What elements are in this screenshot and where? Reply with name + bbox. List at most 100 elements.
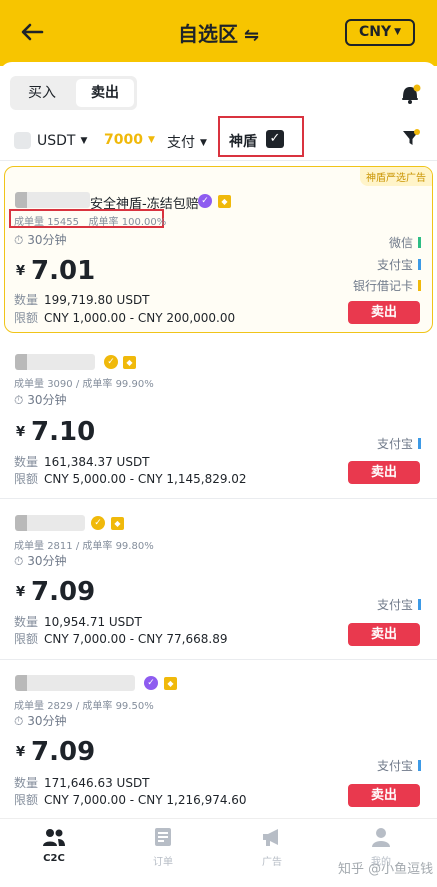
- orders-label: 成单量: [14, 379, 44, 390]
- qty-value: 171,646.63 USDT: [44, 776, 150, 790]
- trade-side-toggle: 买入 卖出: [10, 76, 137, 110]
- payment-label: 银行借记卡: [352, 279, 413, 293]
- notification-bell-icon[interactable]: [397, 80, 423, 106]
- tab-buy[interactable]: 买入: [13, 79, 71, 107]
- limit-row: 限额 CNY 1,000.00 - CNY 200,000.00: [14, 309, 235, 326]
- orders-label: 成单量: [14, 217, 44, 228]
- time-value: 30分钟: [27, 554, 67, 568]
- filter-funnel-icon[interactable]: [401, 128, 421, 148]
- tab-sell[interactable]: 卖出: [76, 79, 134, 107]
- rate-label: 成单率: [82, 541, 113, 552]
- currency-symbol: ¥: [16, 745, 26, 760]
- page-title-text: 自选区: [177, 22, 238, 46]
- merchant-avatar[interactable]: [15, 515, 85, 531]
- limit-label: 限额: [14, 472, 39, 486]
- ad-price: ¥7.01: [16, 256, 95, 286]
- chevron-down-icon: ▼: [200, 138, 207, 148]
- merchant-avatar[interactable]: [15, 192, 90, 208]
- qty-value: 199,719.80 USDT: [44, 293, 150, 307]
- payment-label: 支付宝: [376, 258, 413, 272]
- price-value: 7.09: [31, 737, 96, 767]
- currency-symbol: ¥: [16, 585, 26, 600]
- watermark-text: 知乎 @小鱼逗钱: [338, 862, 434, 877]
- payment-time: ⏱ 30分钟: [14, 712, 66, 729]
- currency-selector[interactable]: CNY ▼: [345, 19, 415, 46]
- time-value: 30分钟: [27, 393, 67, 407]
- payment-method-alipay: 支付宝: [377, 435, 421, 452]
- shield-filter-label: 神盾: [229, 134, 257, 150]
- payment-method-alipay: 支付宝: [377, 757, 421, 774]
- qty-label: 数量: [14, 455, 39, 469]
- verified-badge-icon: ✓: [198, 194, 212, 208]
- price-value: 7.01: [31, 256, 96, 286]
- limit-row: 限额 CNY 7,000.00 - CNY 77,668.89: [14, 630, 227, 647]
- ad-price: ¥7.09: [16, 577, 95, 607]
- limit-row: 限额 CNY 5,000.00 - CNY 1,145,829.02: [14, 470, 247, 487]
- alipay-marker-icon: [418, 438, 421, 449]
- sell-button[interactable]: 卖出: [348, 301, 420, 324]
- merchant-level-icon: ◆: [218, 195, 231, 208]
- coin-label: USDT: [37, 132, 76, 149]
- limit-value: CNY 5,000.00 - CNY 1,145,829.02: [44, 472, 247, 486]
- merchant-avatar[interactable]: [15, 354, 95, 370]
- top-bar: 自选区 ⇋ CNY ▼: [0, 0, 437, 66]
- payment-label: 微信: [388, 236, 413, 250]
- payment-method-bank: 银行借记卡: [353, 277, 421, 294]
- price-value: 7.10: [31, 417, 96, 447]
- limit-label: 限额: [14, 311, 39, 325]
- payment-filter[interactable]: 支付 ▼: [167, 132, 207, 152]
- qty-value: 10,954.71 USDT: [44, 615, 142, 629]
- payment-label: 支付宝: [376, 437, 413, 451]
- verified-badge-icon: ✓: [144, 676, 158, 690]
- orders-count: 15455: [47, 217, 79, 228]
- tab-label: 订单: [153, 857, 173, 868]
- qty-value: 161,384.37 USDT: [44, 455, 150, 469]
- shield-checkbox[interactable]: ✓: [266, 130, 284, 148]
- bank-marker-icon: [418, 280, 421, 291]
- sell-button[interactable]: 卖出: [348, 623, 420, 646]
- order-stats: 成单量 3090 / 成单率 99.90%: [14, 379, 154, 390]
- alipay-marker-icon: [418, 259, 421, 270]
- price-value: 7.09: [31, 577, 96, 607]
- payment-time: ⏱ 30分钟: [14, 231, 66, 248]
- tab-orders[interactable]: 订单: [133, 827, 193, 868]
- timer-icon: ⏱: [14, 393, 24, 407]
- chevron-down-icon: ▼: [394, 27, 402, 37]
- megaphone-icon: [263, 829, 278, 846]
- payment-time: ⏱ 30分钟: [14, 552, 66, 569]
- limit-value: CNY 1,000.00 - CNY 200,000.00: [44, 311, 236, 325]
- featured-ad-tag: 神盾严选广告: [360, 167, 432, 186]
- merchant-level-icon: ◆: [164, 677, 177, 690]
- completion-rate: 99.80%: [115, 541, 154, 552]
- verified-badge-icon: ✓: [91, 516, 105, 530]
- tab-label: 广告: [262, 857, 282, 868]
- timer-icon: ⏱: [14, 233, 24, 247]
- rate-label: 成单率: [88, 217, 119, 228]
- tab-ads[interactable]: 广告: [242, 827, 302, 868]
- coin-selector[interactable]: USDT ▼: [14, 132, 87, 149]
- completion-rate: 99.50%: [115, 701, 154, 712]
- divider: [0, 160, 437, 161]
- sell-button[interactable]: 卖出: [348, 461, 420, 484]
- orders-count: 2811: [47, 541, 73, 552]
- timer-icon: ⏱: [14, 714, 24, 728]
- rate-label: 成单率: [82, 379, 113, 390]
- merchant-avatar[interactable]: [15, 675, 135, 691]
- order-stats: 成单量 2811 / 成单率 99.80%: [14, 541, 154, 552]
- quantity-row: 数量 171,646.63 USDT: [14, 774, 150, 791]
- orders-icon: [155, 828, 171, 846]
- completion-rate: 99.90%: [115, 379, 154, 390]
- amount-filter[interactable]: 7000 ▼: [104, 132, 155, 148]
- tab-label: C2C: [43, 853, 65, 864]
- payment-label: 支付宝: [376, 759, 413, 773]
- quantity-row: 数量 10,954.71 USDT: [14, 613, 142, 630]
- quantity-row: 数量 161,384.37 USDT: [14, 453, 150, 470]
- time-value: 30分钟: [27, 233, 67, 247]
- users-icon: [43, 829, 65, 846]
- qty-label: 数量: [14, 776, 39, 790]
- chevron-down-icon: ▼: [147, 135, 155, 145]
- sell-button[interactable]: 卖出: [348, 784, 420, 807]
- merchant-level-icon: ◆: [123, 356, 136, 369]
- switch-icon[interactable]: ⇋: [244, 25, 259, 46]
- tab-c2c[interactable]: C2C: [24, 827, 84, 864]
